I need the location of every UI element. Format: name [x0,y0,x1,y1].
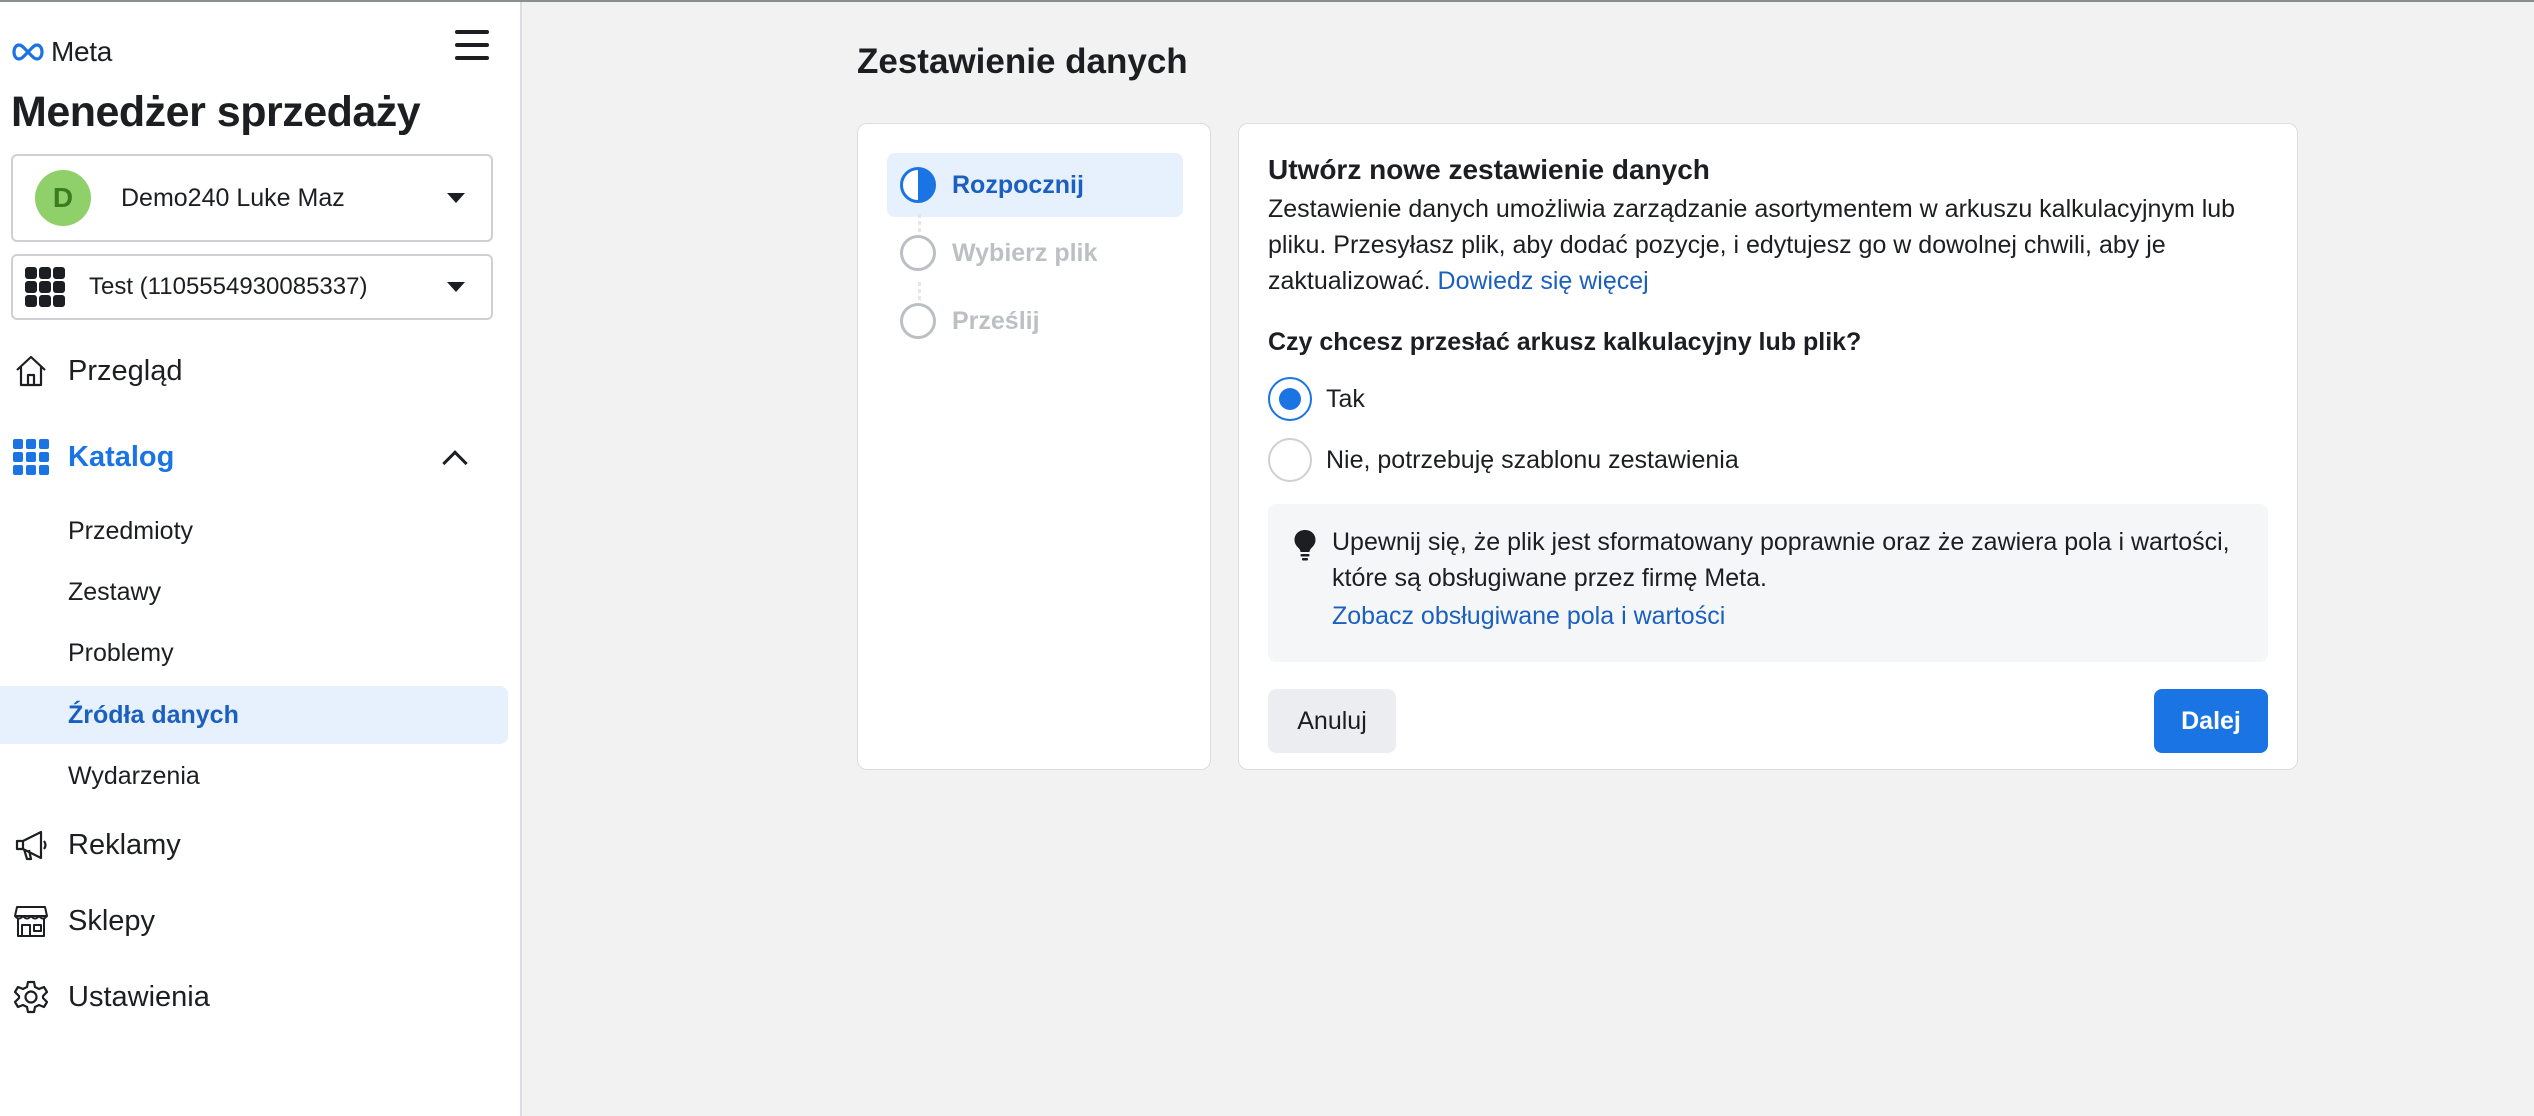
nav-item-settings[interactable]: Ustawienia [0,972,510,1022]
learn-more-link[interactable]: Dowiedz się więcej [1438,267,1649,295]
step-label: Wybierz plik [952,238,1098,267]
supported-fields-link[interactable]: Zobacz obsługiwane pola i wartości [1332,602,1725,631]
tip-box: Upewnij się, że plik jest sformatowany p… [1268,504,2268,662]
nav-sub-label: Przedmioty [68,516,194,545]
radio-label: Nie, potrzebuję szablonu zestawienia [1326,445,1739,474]
sidebar-item-sets[interactable]: Zestawy [0,563,508,621]
nav-item-shops[interactable]: Sklepy [0,896,510,946]
step-label: Prześlij [952,306,1040,335]
catalog-grid-icon [25,267,65,307]
catalog-name: Test (1105554930085337) [89,273,368,300]
caret-down-icon [447,193,465,203]
home-icon [12,352,50,390]
step-start[interactable]: Rozpocznij [887,153,1183,217]
nav-item-catalog[interactable]: Katalog [0,432,510,482]
business-avatar: D [35,170,91,226]
megaphone-icon [12,826,50,864]
sidebar-item-data-sources[interactable]: Źródła danych [0,686,508,744]
create-data-feed-card: Utwórz nowe zestawienie danych Zestawien… [1238,123,2298,770]
caret-down-icon [447,282,465,292]
form-title: Utwórz nowe zestawienie danych [1268,154,1710,185]
nav-label: Katalog [68,440,175,473]
sidebar-item-items[interactable]: Przedmioty [0,502,508,560]
business-name: Demo240 Luke Maz [121,183,345,212]
nav-sub-label: Problemy [68,638,174,667]
steps-card: Rozpocznij Wybierz plik Prześlij [857,123,1211,770]
chevron-up-icon[interactable] [442,450,468,476]
description-text: Zestawienie danych umożliwia zarządzanie… [1268,195,2236,295]
radio-no[interactable] [1268,438,1312,482]
nav-sub-label: Źródła danych [68,700,239,729]
step-progress-icon [900,167,936,203]
sidebar: Meta Menedżer sprzedaży D Demo240 Luke M… [0,2,522,1116]
nav-sub-label: Zestawy [68,577,162,606]
nav-item-overview[interactable]: Przegląd [0,346,510,396]
nav-label: Ustawienia [68,980,210,1013]
page-title: Zestawienie danych [857,42,1188,81]
option-yes[interactable]: Tak [1268,377,1365,421]
lightbulb-icon [1294,530,1316,561]
app-title: Menedżer sprzedaży [11,88,421,136]
nav-label: Sklepy [68,904,156,937]
option-no-template[interactable]: Nie, potrzebuję szablonu zestawienia [1268,438,1739,482]
step-choose-file[interactable]: Wybierz plik [887,221,1183,285]
catalog-selector[interactable]: Test (1105554930085337) [11,254,493,320]
cancel-button[interactable]: Anuluj [1268,689,1396,753]
menu-hamburger-icon[interactable] [452,30,492,66]
nav-sub-label: Wydarzenia [68,761,200,790]
form-description: Zestawienie danych umożliwia zarządzanie… [1268,191,2268,299]
nav-item-ads[interactable]: Reklamy [0,820,510,870]
sidebar-item-issues[interactable]: Problemy [0,624,508,682]
business-selector[interactable]: D Demo240 Luke Maz [11,154,493,242]
nav-label: Reklamy [68,828,181,861]
sidebar-item-events[interactable]: Wydarzenia [0,747,508,805]
upload-question: Czy chcesz przesłać arkusz kalkulacyjny … [1268,328,1862,356]
meta-infinity-icon [12,43,44,61]
storefront-icon [12,902,50,940]
next-button[interactable]: Dalej [2154,689,2268,753]
radio-yes[interactable] [1268,377,1312,421]
meta-logo[interactable]: Meta [11,36,112,68]
step-circle-icon [900,235,936,271]
gear-icon [12,978,50,1016]
nav-label: Przegląd [68,354,183,387]
step-circle-icon [900,303,936,339]
radio-label: Tak [1326,384,1365,413]
meta-logo-text: Meta [51,36,113,67]
step-upload[interactable]: Prześlij [887,289,1183,353]
step-label: Rozpocznij [952,170,1084,199]
catalog-grid-icon [12,438,50,476]
tip-text: Upewnij się, że plik jest sformatowany p… [1332,528,2230,592]
